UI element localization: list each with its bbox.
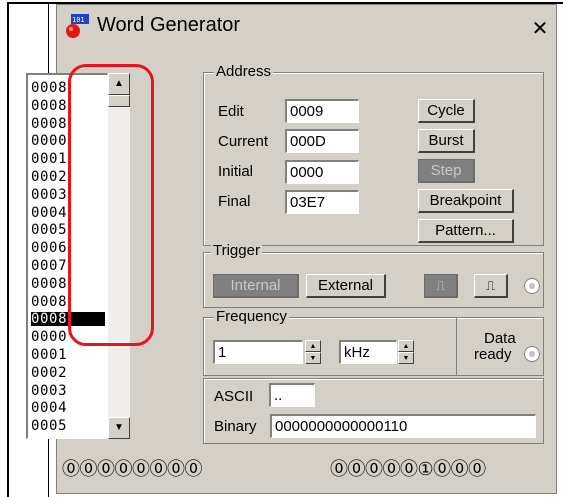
memory-list-item[interactable]: 0003 — [31, 384, 105, 398]
falling-edge-icon[interactable]: ⎍ — [474, 274, 508, 298]
step-button[interactable]: Step — [418, 159, 475, 183]
burst-button[interactable]: Burst — [418, 129, 475, 153]
external-trigger-button[interactable]: External — [306, 274, 386, 298]
data-ready-label-line1: Data — [484, 330, 516, 347]
data-ready-divider — [456, 317, 457, 376]
data-ready-indicator-icon — [524, 346, 540, 362]
frequency-unit-spinner[interactable]: ▲ ▼ — [398, 340, 414, 364]
memory-list-item[interactable]: 0005 — [31, 419, 105, 433]
pattern-button[interactable]: Pattern... — [418, 219, 514, 243]
binary-label: Binary — [214, 418, 257, 435]
output-bits-group-1: ⓪⓪⓪⓪⓪⓪⓪⓪ — [62, 459, 203, 480]
current-address-field[interactable]: 000D — [285, 129, 359, 153]
title-bar[interactable]: 101 Word Generator ✕ — [57, 5, 556, 45]
address-group-label: Address — [214, 63, 274, 80]
initial-address-field[interactable]: 0000 — [285, 160, 359, 184]
frequency-value-spinner[interactable]: ▲ ▼ — [305, 340, 321, 364]
memory-list-scrollbar[interactable]: ▲ ▼ — [108, 73, 130, 439]
data-ready-label-line2: ready — [474, 346, 512, 363]
frame-left — [7, 2, 9, 497]
memory-list-item[interactable]: 0003 — [31, 188, 105, 202]
memory-list-item[interactable]: 0008 — [31, 295, 105, 309]
breakpoint-button[interactable]: Breakpoint — [418, 189, 514, 213]
memory-list-item[interactable]: 0008 — [31, 277, 105, 291]
memory-list-item[interactable]: 0000 — [31, 330, 105, 344]
internal-trigger-button[interactable]: Internal — [213, 274, 299, 298]
rising-edge-icon[interactable]: ⎍ — [424, 274, 458, 298]
ascii-field[interactable]: .. — [269, 383, 315, 407]
edit-label: Edit — [218, 103, 244, 120]
scroll-down-arrow-icon[interactable]: ▼ — [108, 417, 130, 439]
memory-list-item[interactable]: 0008 — [31, 117, 105, 131]
frequency-value-field[interactable]: 1 — [213, 340, 303, 364]
memory-list-item[interactable]: 0008 — [31, 312, 105, 327]
window-title: Word Generator — [97, 14, 241, 36]
memory-list-item[interactable]: 0006 — [31, 241, 105, 255]
svg-text:101: 101 — [72, 16, 85, 24]
trigger-group-label: Trigger — [211, 242, 262, 259]
memory-list-item[interactable]: 0005 — [31, 223, 105, 237]
word-generator-app-icon: 101 — [66, 14, 89, 38]
ascii-label: ASCII — [214, 388, 254, 405]
memory-list-item[interactable]: 0004 — [31, 401, 105, 415]
memory-list-item[interactable]: 0002 — [31, 366, 105, 380]
output-bits-group-2: ⓪⓪⓪⓪⓪①⓪⓪⓪ — [330, 459, 486, 480]
memory-list-item[interactable]: 0007 — [31, 259, 105, 273]
scroll-thumb[interactable] — [108, 95, 130, 107]
memory-list-item[interactable]: 0008 — [31, 99, 105, 113]
memory-list-item[interactable]: 0004 — [31, 206, 105, 220]
scroll-up-arrow-icon[interactable]: ▲ — [108, 73, 130, 95]
memory-list-item[interactable]: 0000 — [31, 134, 105, 148]
initial-label: Initial — [218, 163, 254, 180]
current-label: Current — [218, 133, 269, 150]
memory-list-item[interactable]: 0001 — [31, 152, 105, 166]
trigger-indicator-icon — [524, 278, 540, 294]
close-button[interactable]: ✕ — [529, 17, 551, 39]
binary-field[interactable]: 0000000000000110 — [270, 414, 536, 438]
final-label: Final — [218, 193, 251, 210]
frequency-group-label: Frequency — [214, 308, 289, 325]
frequency-unit-field[interactable]: kHz — [339, 340, 397, 364]
edit-address-field[interactable]: 0009 — [285, 99, 359, 123]
memory-list-item[interactable]: 0008 — [31, 81, 105, 95]
final-address-field[interactable]: 03E7 — [285, 190, 359, 214]
memory-list-item[interactable]: 0002 — [31, 170, 105, 184]
memory-list-item[interactable]: 0001 — [31, 348, 105, 362]
memory-pattern-list[interactable]: 0008 0008 0008 0000 0001 0002 0003 0004 0005 0006… — [26, 73, 108, 439]
cycle-button[interactable]: Cycle — [418, 99, 475, 123]
